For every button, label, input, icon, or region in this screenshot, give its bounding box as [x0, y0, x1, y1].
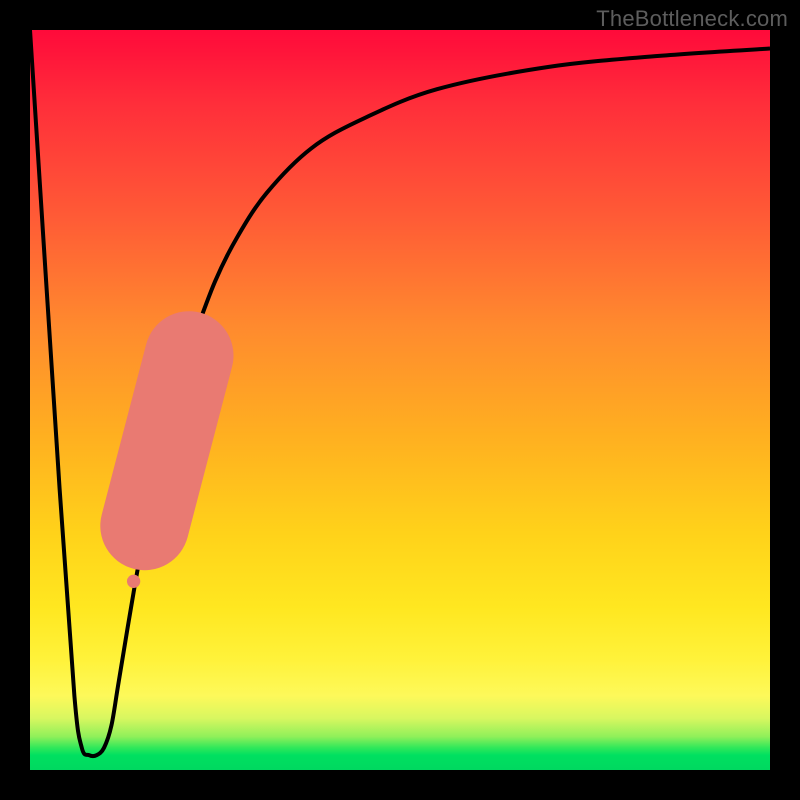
plot-area: [30, 30, 770, 770]
watermark-text: TheBottleneck.com: [596, 6, 788, 32]
overlay-dot: [127, 575, 140, 588]
overlay-dot: [134, 537, 149, 552]
overlay-dot: [131, 556, 144, 569]
curve-layer: [30, 30, 770, 770]
chart-frame: TheBottleneck.com: [0, 0, 800, 800]
highlight-band: [145, 356, 189, 526]
